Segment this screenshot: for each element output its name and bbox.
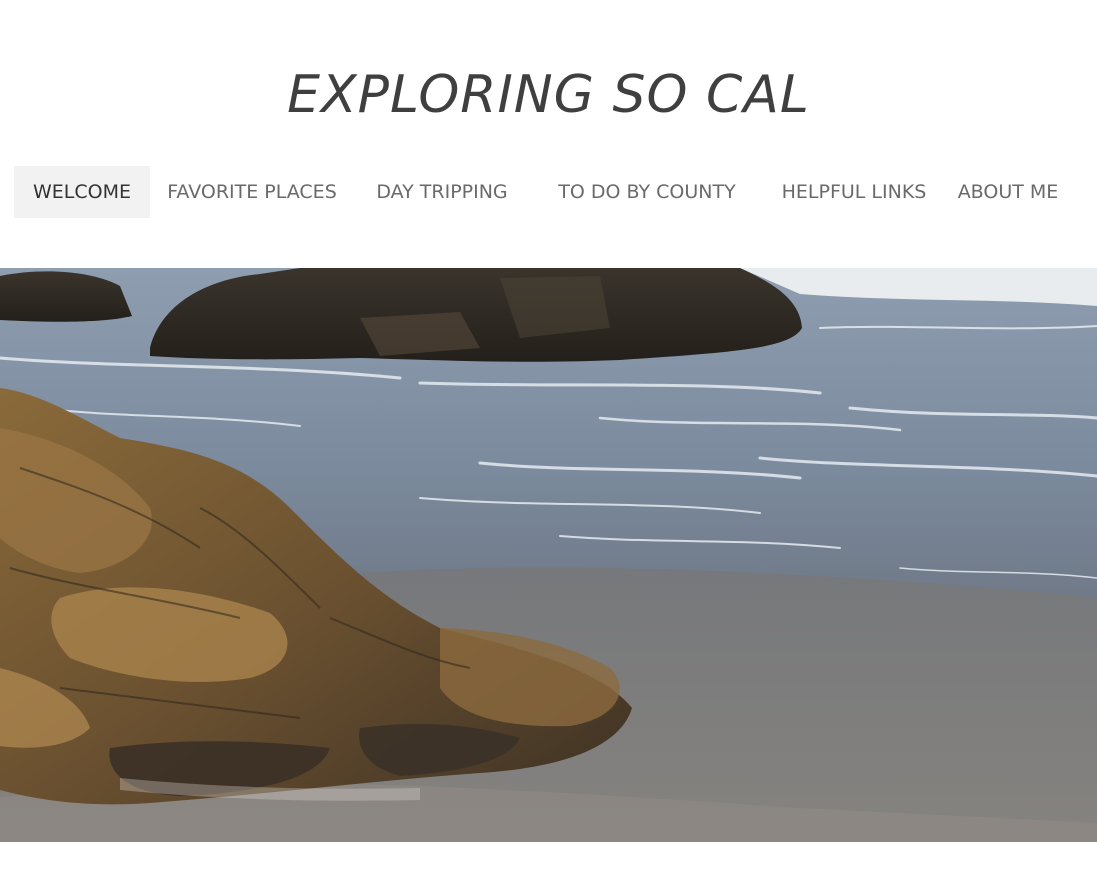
main-nav: WELCOME FAVORITE PLACES DAY TRIPPING TO … [14,166,1072,218]
site-title[interactable]: EXPLORING SO CAL [0,62,1097,128]
nav-item-welcome[interactable]: WELCOME [14,166,150,218]
beach-photo [0,268,1097,842]
nav-item-to-do-by-county[interactable]: TO DO BY COUNTY [530,166,764,218]
nav-item-about-me[interactable]: ABOUT ME [944,166,1072,218]
site-header: EXPLORING SO CAL WELCOME FAVORITE PLACES… [0,0,1097,268]
hero-image [0,268,1097,842]
nav-item-helpful-links[interactable]: HELPFUL LINKS [764,166,944,218]
nav-item-day-tripping[interactable]: DAY TRIPPING [354,166,530,218]
nav-item-favorite-places[interactable]: FAVORITE PLACES [150,166,354,218]
